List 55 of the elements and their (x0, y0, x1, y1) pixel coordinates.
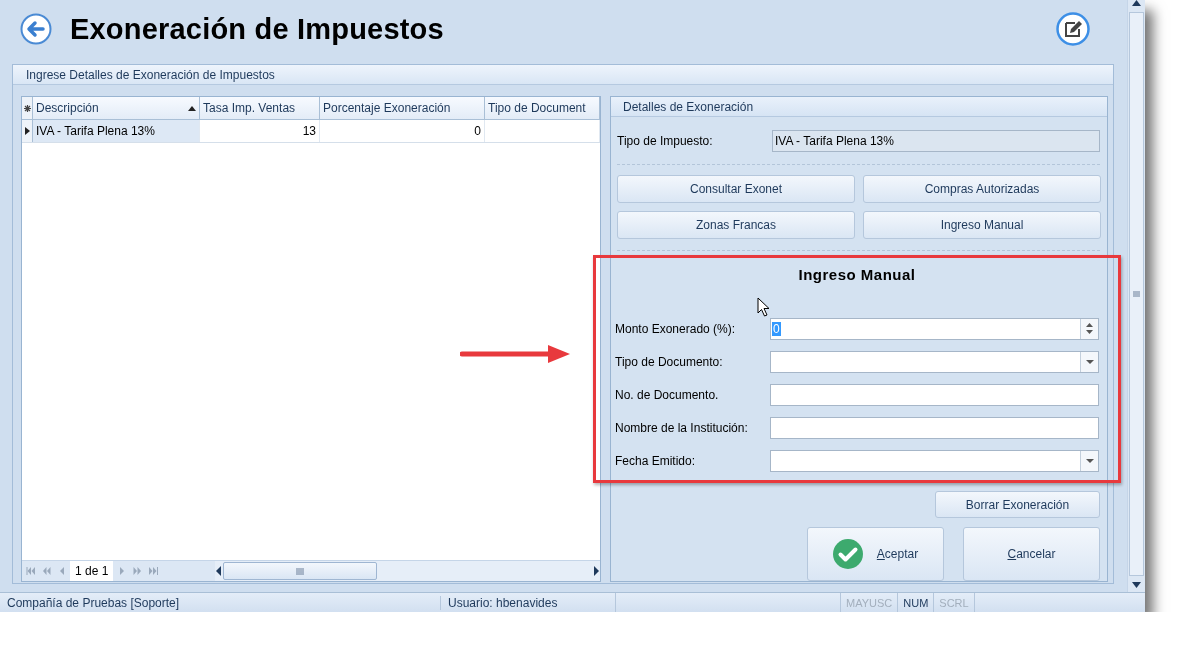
field-label: Monto Exonerado (%): (615, 321, 737, 336)
dropdown-field[interactable] (770, 449, 1099, 472)
column-label: Tasa Imp. Ventas (203, 101, 296, 115)
company-label: Compañía de Pruebas [Soporte] (6, 596, 181, 610)
column-label: Descripción (36, 101, 99, 115)
dropdown-caret-icon (1085, 359, 1094, 364)
page-title: Exoneración de Impuestos (70, 12, 445, 46)
key-indicator: NUM (897, 593, 934, 612)
grip-icon (295, 567, 305, 575)
dropdown-caret-icon (1085, 458, 1094, 463)
option-button[interactable]: Zonas Francas (617, 211, 855, 239)
check-icon (832, 539, 863, 569)
key-indicator: MAYUSC (840, 593, 898, 612)
dropdown-field[interactable] (770, 350, 1099, 373)
page-indicator: 1 de 1 (70, 561, 114, 581)
edit-button[interactable] (1056, 12, 1090, 46)
option-button[interactable]: Ingreso Manual (863, 211, 1101, 239)
table-cell: 0 (320, 120, 485, 142)
table-cell: 13 (200, 120, 320, 142)
option-button[interactable]: Consultar Exonet (617, 175, 855, 203)
group-title: Ingrese Detalles de Exoneración de Impuestos (26, 67, 275, 82)
mouse-pointer-icon (757, 297, 770, 317)
previous-page-icon (41, 567, 51, 575)
column-label: Tipo de Document (488, 101, 586, 115)
first-page-icon (25, 567, 35, 575)
table-cell: IVA - Tarifa Plena 13% (33, 120, 200, 142)
field-label: Nombre de la Institución: (615, 420, 749, 435)
field-label: Tipo de Impuesto: (617, 134, 714, 148)
spin-down-icon (1086, 330, 1093, 334)
vertical-scrollbar[interactable] (1127, 0, 1145, 592)
input-field[interactable] (770, 383, 1099, 406)
back-button[interactable] (20, 13, 52, 45)
field-label: No. de Documento. (615, 387, 720, 402)
scroll-down-icon (1132, 582, 1141, 588)
spin-up-icon (1086, 323, 1093, 327)
field-label: Tipo de Documento: (615, 354, 724, 369)
user-label: Usuario: hbenavides (440, 596, 615, 610)
option-button[interactable]: Compras Autorizadas (863, 175, 1101, 203)
edit-icon (1056, 12, 1090, 46)
input-field[interactable] (770, 416, 1099, 439)
column-label: Porcentaje Exoneración (323, 101, 451, 115)
field-label: Fecha Emitido: (615, 453, 697, 468)
accept-button[interactable]: Aceptar (807, 527, 944, 581)
scroll-up-icon (1132, 0, 1141, 6)
last-page-icon (148, 567, 158, 575)
cancel-button[interactable]: Cancelar (963, 527, 1100, 581)
grip-icon (1133, 290, 1140, 298)
panel-title: Detalles de Exoneración (623, 99, 754, 114)
scroll-right-icon (592, 566, 600, 576)
section-title: Ingreso Manual (798, 265, 916, 285)
new-row-icon (23, 104, 31, 112)
clear-button[interactable]: Borrar Exoneración (935, 491, 1100, 518)
readonly-field: IVA - Tarifa Plena 13% (772, 130, 1100, 152)
horizontal-scrollbar[interactable] (215, 561, 600, 581)
next-page-icon (132, 567, 142, 575)
